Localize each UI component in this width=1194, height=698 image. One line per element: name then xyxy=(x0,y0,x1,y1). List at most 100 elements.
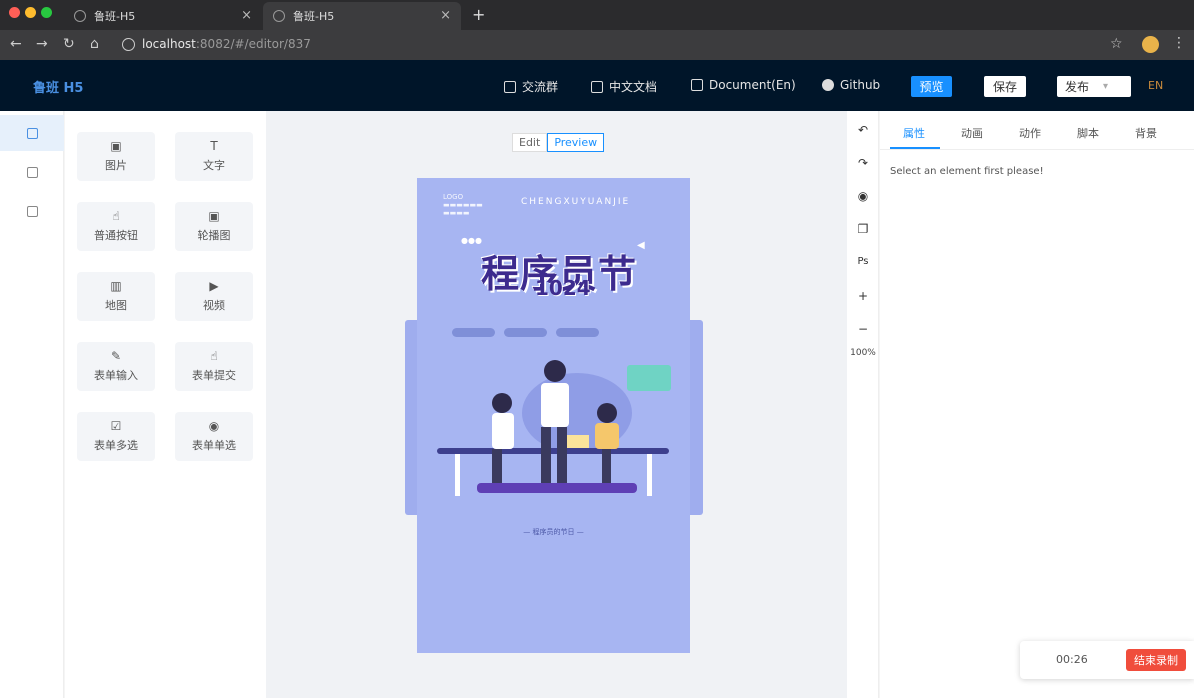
github-icon xyxy=(822,79,834,91)
component-text[interactable]: T 文字 xyxy=(175,132,253,181)
recording-timer: 00:26 xyxy=(1056,653,1088,666)
poster-subtitle: CHENGXUYUANJIE xyxy=(521,197,631,207)
url-field[interactable]: localhost:8082/#/editor/837 xyxy=(142,37,311,51)
sidebar-nav xyxy=(0,111,64,698)
forward-icon[interactable]: → xyxy=(36,36,48,52)
tab-script[interactable]: 脚本 xyxy=(1077,125,1099,141)
close-window-button[interactable] xyxy=(9,7,20,18)
poster-logo: LOGO ▬▬▬▬▬▬ ▬▬▬▬ xyxy=(443,193,483,217)
carousel-icon: ▣ xyxy=(208,209,220,223)
tab-close-icon[interactable]: × xyxy=(440,8,451,23)
component-carousel[interactable]: ▣ 轮播图 xyxy=(175,202,253,251)
tab-divider xyxy=(880,149,1194,150)
browser-tab-2[interactable]: 鲁班-H5 × xyxy=(263,2,461,30)
minimize-window-button[interactable] xyxy=(25,7,36,18)
zoom-in-icon[interactable]: + xyxy=(847,289,879,303)
book-icon xyxy=(691,79,703,91)
tab-properties[interactable]: 属性 xyxy=(903,125,925,141)
recording-widget: 00:26 结束录制 xyxy=(1020,641,1194,679)
component-form-radio[interactable]: ◉ 表单单选 xyxy=(175,412,253,461)
book-icon xyxy=(591,80,603,93)
language-switch[interactable]: EN xyxy=(1148,79,1163,92)
component-map[interactable]: ▥ 地图 xyxy=(77,272,155,321)
back-icon[interactable]: ← xyxy=(10,36,22,52)
tab-actions[interactable]: 动作 xyxy=(1019,125,1041,141)
poster-number: 1024 xyxy=(535,276,591,300)
component-form-checkbox[interactable]: ☑ 表单多选 xyxy=(77,412,155,461)
home-icon[interactable]: ⌂ xyxy=(90,36,99,52)
component-button[interactable]: ☝ 普通按钮 xyxy=(77,202,155,251)
empty-selection-hint: Select an element first please! xyxy=(890,166,1044,177)
brand-logo[interactable]: 鲁班 H5 xyxy=(33,77,83,96)
eye-icon[interactable]: ◉ xyxy=(847,189,879,203)
properties-panel: 属性 动画 动作 脚本 背景 Select an element first p… xyxy=(880,111,1194,698)
copy-icon[interactable]: ❐ xyxy=(847,222,879,236)
preview-button[interactable]: 预览 xyxy=(911,76,952,97)
tab-title: 鲁班-H5 xyxy=(293,10,335,23)
profile-avatar[interactable] xyxy=(1142,36,1159,53)
stop-recording-button[interactable]: 结束录制 xyxy=(1126,649,1186,671)
dots-decoration-icon: ●●● xyxy=(461,236,482,245)
tab-animation[interactable]: 动画 xyxy=(961,125,983,141)
zoom-level: 100% xyxy=(850,348,876,358)
submit-icon: ☝ xyxy=(210,349,218,363)
checkbox-icon: ☑ xyxy=(110,419,122,433)
new-tab-icon[interactable]: + xyxy=(472,5,485,24)
maximize-window-button[interactable] xyxy=(41,7,52,18)
address-bar: ← → ↻ ⌂ localhost:8082/#/editor/837 ☆ ⋮ xyxy=(0,30,1194,60)
link-docs-en[interactable]: Document(En) xyxy=(691,78,796,92)
browser-tab-bar: 鲁班-H5 × 鲁班-H5 × + xyxy=(0,0,1194,30)
mode-preview-button[interactable]: Preview xyxy=(547,133,605,152)
tab-background[interactable]: 背景 xyxy=(1135,125,1157,141)
tab-favicon-icon xyxy=(273,10,285,22)
zoom-out-icon[interactable]: − xyxy=(847,322,879,336)
editor-canvas: Edit Preview LOGO ▬▬▬▬▬▬ ▬▬▬▬ CHENGXUYUANJ… xyxy=(266,111,847,698)
sidebar-item-templates[interactable] xyxy=(0,193,64,229)
text-icon: T xyxy=(210,139,218,153)
image-icon: ▣ xyxy=(110,139,122,153)
component-video[interactable]: ▶ 视频 xyxy=(175,272,253,321)
radio-icon: ◉ xyxy=(208,419,220,433)
tab-active-indicator xyxy=(890,147,940,149)
chat-icon xyxy=(504,80,516,93)
map-icon: ▥ xyxy=(110,279,122,293)
tab-title: 鲁班-H5 xyxy=(94,10,136,23)
link-community[interactable]: 交流群 xyxy=(504,78,558,95)
bookmark-star-icon[interactable]: ☆ xyxy=(1110,36,1123,52)
redo-icon[interactable]: ↷ xyxy=(847,156,879,170)
link-docs-cn[interactable]: 中文文档 xyxy=(591,78,657,95)
app-header: 鲁班 H5 交流群 中文文档 Document(En) Github 预览 保存… xyxy=(0,60,1194,111)
component-image[interactable]: ▣ 图片 xyxy=(77,132,155,181)
site-info-icon[interactable] xyxy=(122,38,135,51)
mode-edit-button[interactable]: Edit xyxy=(512,133,548,152)
component-form-input[interactable]: ✎ 表单输入 xyxy=(77,342,155,391)
editor-toolbar: ↶ ↷ ◉ ❐ Ps + − 100% xyxy=(847,111,879,698)
poster-page[interactable]: LOGO ▬▬▬▬▬▬ ▬▬▬▬ CHENGXUYUANJIE ●●● ◀ 程序员节… xyxy=(417,178,690,653)
grid-icon xyxy=(26,205,38,217)
reload-icon[interactable]: ↻ xyxy=(63,36,75,52)
publish-button[interactable]: 发布 ▾ xyxy=(1057,76,1131,97)
edit-icon: ✎ xyxy=(110,349,122,363)
poster-pill xyxy=(504,328,547,337)
component-panel: ▣ 图片 T 文字 ☝ 普通按钮 ▣ 轮播图 ▥ 地图 ▶ 视频 ✎ 表单输入 ☝ 表单提交 ☑… xyxy=(65,111,266,698)
poster-pill xyxy=(556,328,599,337)
browser-menu-icon[interactable]: ⋮ xyxy=(1172,35,1186,51)
video-icon: ▶ xyxy=(209,279,219,293)
tab-close-icon[interactable]: × xyxy=(241,8,252,23)
tab-favicon-icon xyxy=(74,10,86,22)
undo-icon[interactable]: ↶ xyxy=(847,123,879,137)
pages-icon xyxy=(26,166,38,178)
pointer-icon: ☝ xyxy=(112,209,120,223)
poster-footer: — 程序员的节日 — xyxy=(523,528,584,536)
save-button[interactable]: 保存 xyxy=(984,76,1026,97)
sidebar-item-components[interactable] xyxy=(0,115,64,151)
poster-pill xyxy=(452,328,495,337)
psd-import-icon[interactable]: Ps xyxy=(847,256,879,267)
programmers-illustration xyxy=(437,360,671,496)
chevron-down-icon: ▾ xyxy=(1103,81,1109,92)
link-github[interactable]: Github xyxy=(822,78,880,92)
component-form-submit[interactable]: ☝ 表单提交 xyxy=(175,342,253,391)
sidebar-item-pages[interactable] xyxy=(0,154,64,190)
mode-switch: Edit Preview xyxy=(512,133,605,152)
browser-tab-1[interactable]: 鲁班-H5 × xyxy=(64,2,262,30)
